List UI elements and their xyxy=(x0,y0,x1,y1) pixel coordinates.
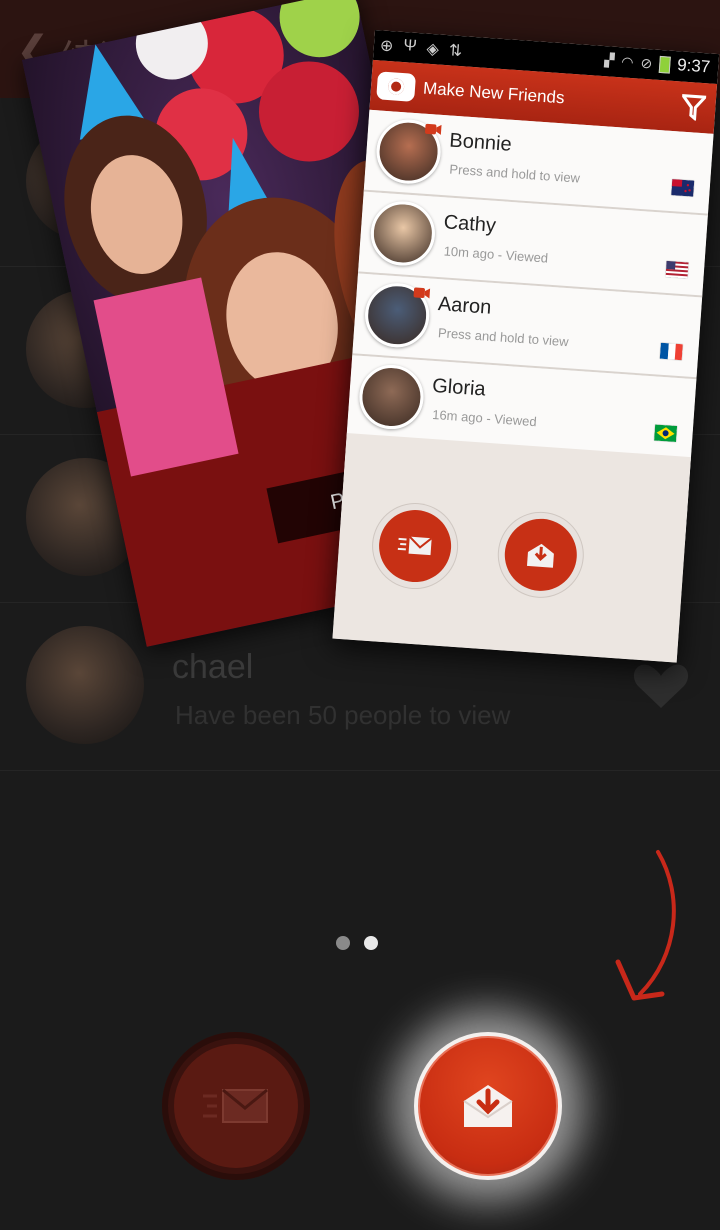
wifi-icon: ◠ xyxy=(620,52,635,70)
contact-name: chael xyxy=(172,648,254,686)
send-mail-icon xyxy=(203,1088,268,1123)
send-mail-button[interactable] xyxy=(376,507,454,585)
flag-usa-icon xyxy=(665,260,689,279)
receive-mail-icon xyxy=(526,543,554,568)
contact-status: 10m ago - Viewed xyxy=(443,243,549,266)
contact-status: Press and hold to view xyxy=(448,161,581,186)
avatar xyxy=(357,362,426,432)
battery-icon xyxy=(658,55,671,74)
phone-action-bar xyxy=(332,433,691,663)
signal-icon: ▞ xyxy=(603,52,615,68)
camera-logo-icon[interactable] xyxy=(376,71,417,102)
app-title: Make New Friends xyxy=(422,78,566,108)
receive-mail-icon xyxy=(463,1085,513,1127)
no-sim-icon: ⊘ xyxy=(640,54,653,71)
heart-mail-icon[interactable] xyxy=(632,658,690,710)
send-mail-big-button[interactable] xyxy=(162,1032,310,1180)
contact-name: Gloria xyxy=(431,374,487,401)
contact-name: Aaron xyxy=(437,293,493,319)
sync-icon: ⇅ xyxy=(448,42,463,61)
contact-status: Have been 50 people to view xyxy=(175,700,511,730)
pointer-arrow-icon xyxy=(615,850,676,1001)
avatar xyxy=(26,626,144,744)
filter-icon[interactable] xyxy=(680,93,707,122)
contact-status: 16m ago - Viewed xyxy=(431,406,538,430)
clock: 9:37 xyxy=(676,55,711,77)
voice-icon xyxy=(424,122,443,137)
gps-icon: ⊕ xyxy=(379,37,394,56)
receive-mail-big-button[interactable] xyxy=(414,1032,562,1180)
page-dot-active[interactable] xyxy=(364,936,378,950)
video-icon xyxy=(412,285,431,300)
contact-name: Cathy xyxy=(442,211,497,237)
page-indicator xyxy=(336,936,378,950)
usb-icon: Ψ xyxy=(402,37,418,55)
flag-new-zealand-icon xyxy=(671,179,695,197)
send-mail-icon xyxy=(397,535,433,556)
flag-brazil-icon xyxy=(654,424,678,442)
page-dot[interactable] xyxy=(336,936,350,950)
phone-screenshot: ⊕ Ψ ◈ ⇅ ▞ ◠ ⊘ 9:37 Make New Friends Bonn… xyxy=(332,30,720,663)
contact-status: Press and hold to view xyxy=(437,325,570,350)
avatar xyxy=(368,199,438,268)
flag-france-icon xyxy=(659,342,683,361)
leaf-icon: ◈ xyxy=(425,40,440,59)
receive-mail-button[interactable] xyxy=(502,516,580,594)
contact-name: Bonnie xyxy=(448,129,513,156)
